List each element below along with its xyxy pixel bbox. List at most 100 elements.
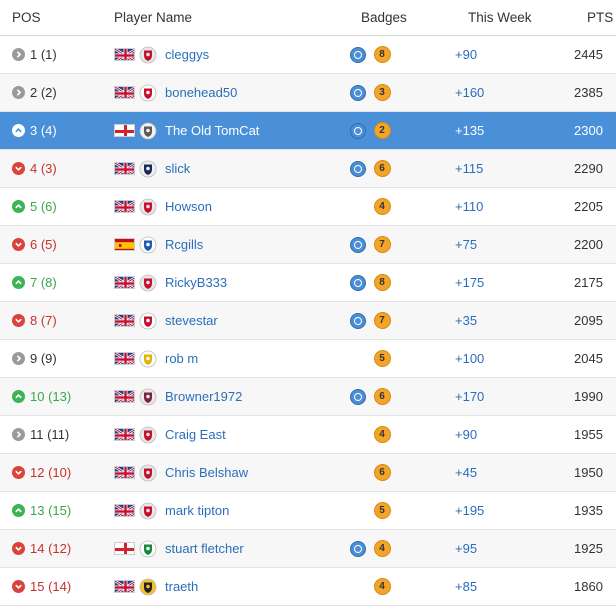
gold-badge-icon[interactable]: 4 (373, 198, 391, 215)
player-name-link[interactable]: stevestar (165, 313, 218, 328)
spain-flag-icon (114, 238, 135, 251)
player-name-link[interactable]: traeth (165, 579, 198, 594)
gold-badge-icon[interactable]: 8 (373, 274, 391, 291)
gold-badge-icon[interactable]: 7 (373, 236, 391, 253)
gold-badge-icon[interactable]: 7 (373, 312, 391, 329)
position-text: 6 (5) (30, 237, 57, 252)
table-row[interactable]: 12 (10) Chris Belshaw 6 +45 1950 (0, 454, 616, 492)
this-week-points[interactable]: +90 (448, 427, 567, 442)
header-player-name[interactable]: Player Name (108, 10, 354, 25)
target-badge-icon[interactable] (350, 236, 366, 253)
position-cell: 7 (8) (0, 275, 108, 290)
target-badge-icon[interactable] (350, 540, 366, 557)
table-row[interactable]: 13 (15) mark tipton 5 +195 1935 (0, 492, 616, 530)
position-text: 10 (13) (30, 389, 72, 404)
player-name-link[interactable]: RickyB333 (165, 275, 227, 290)
table-row[interactable]: 11 (11) Craig East 4 +90 1955 (0, 416, 616, 454)
table-row[interactable]: 15 (14) traeth 4 +85 1860 (0, 568, 616, 606)
player-name-link[interactable]: cleggys (165, 47, 209, 62)
player-cell: The Old TomCat (108, 122, 348, 140)
table-row[interactable]: 6 (5) Rcgills 7 +75 2200 (0, 226, 616, 264)
player-name-link[interactable]: The Old TomCat (165, 123, 259, 138)
header-pts[interactable]: PTS (580, 10, 616, 25)
this-week-points[interactable]: +135 (448, 123, 567, 138)
target-badge-icon[interactable] (350, 122, 366, 139)
this-week-points[interactable]: +75 (448, 237, 567, 252)
uk-flag-icon (114, 200, 135, 213)
player-name-link[interactable]: bonehead50 (165, 85, 237, 100)
gold-badge-icon[interactable]: 4 (373, 540, 391, 557)
player-name-link[interactable]: Craig East (165, 427, 226, 442)
table-row[interactable]: 7 (8) RickyB333 8 +175 2175 (0, 264, 616, 302)
table-row[interactable]: 14 (12) stuart fletcher 4 +95 1925 (0, 530, 616, 568)
target-badge-icon[interactable] (350, 160, 366, 177)
player-cell: stevestar (108, 312, 348, 330)
this-week-points[interactable]: +90 (448, 47, 567, 62)
player-name-link[interactable]: rob m (165, 351, 198, 366)
gold-badge-icon[interactable]: 4 (373, 426, 391, 443)
table-row[interactable]: 1 (1) cleggys 8 +90 2445 (0, 36, 616, 74)
gold-badge-icon[interactable]: 6 (373, 388, 391, 405)
player-name-link[interactable]: Browner1972 (165, 389, 242, 404)
celtic-crest-icon (139, 540, 157, 558)
this-week-points[interactable]: +100 (448, 351, 567, 366)
badges-cell: 6 (348, 464, 448, 482)
this-week-points[interactable]: +160 (448, 85, 567, 100)
this-week-points[interactable]: +195 (448, 503, 567, 518)
target-badge-icon[interactable] (350, 274, 366, 291)
header-badges[interactable]: Badges (354, 10, 461, 25)
badges-cell: 4 (348, 198, 448, 216)
this-week-points[interactable]: +110 (448, 199, 567, 214)
player-name-link[interactable]: Rcgills (165, 237, 203, 252)
target-badge-icon[interactable] (350, 46, 366, 63)
england-flag-icon (114, 124, 135, 137)
this-week-points[interactable]: +85 (448, 579, 567, 594)
gold-badge-icon[interactable]: 6 (373, 464, 391, 481)
player-name-link[interactable]: Howson (165, 199, 212, 214)
target-badge-icon[interactable] (350, 312, 366, 329)
league-table: POS Player Name Badges This Week PTS 1 (… (0, 0, 616, 606)
gold-badge-icon[interactable]: 3 (373, 84, 391, 101)
table-row[interactable]: 10 (13) Browner1972 6 +170 1990 (0, 378, 616, 416)
player-name-link[interactable]: mark tipton (165, 503, 229, 518)
player-name-link[interactable]: Chris Belshaw (165, 465, 248, 480)
this-week-points[interactable]: +115 (448, 161, 567, 176)
position-text: 1 (1) (30, 47, 57, 62)
total-points: 2095 (574, 313, 603, 328)
position-text: 14 (12) (30, 541, 72, 556)
player-name-link[interactable]: stuart fletcher (165, 541, 244, 556)
stripes-crest-icon (139, 236, 157, 254)
gold-badge-icon[interactable]: 6 (373, 160, 391, 177)
player-cell: traeth (108, 578, 348, 596)
uk-flag-icon (114, 504, 135, 517)
table-row[interactable]: 9 (9) rob m 5 +100 2045 (0, 340, 616, 378)
target-badge-icon[interactable] (350, 84, 366, 101)
gold-badge-icon[interactable]: 8 (373, 46, 391, 63)
gold-badge-icon[interactable]: 5 (373, 350, 391, 367)
header-pos[interactable]: POS (0, 10, 108, 25)
total-points: 2045 (574, 351, 603, 366)
player-cell: Craig East (108, 426, 348, 444)
chevron-up-icon (12, 124, 25, 137)
this-week-points[interactable]: +35 (448, 313, 567, 328)
this-week-points[interactable]: +170 (448, 389, 567, 404)
this-week-points[interactable]: +45 (448, 465, 567, 480)
position-cell: 6 (5) (0, 237, 108, 252)
table-row[interactable]: 2 (2) bonehead50 3 +160 2385 (0, 74, 616, 112)
table-row[interactable]: 3 (4) The Old TomCat 2 +135 2300 (0, 112, 616, 150)
gold-badge-icon[interactable]: 4 (373, 578, 391, 595)
this-week-points[interactable]: +95 (448, 541, 567, 556)
hammers-crest-icon (139, 388, 157, 406)
table-row[interactable]: 4 (3) slick 6 +115 2290 (0, 150, 616, 188)
header-this-week[interactable]: This Week (461, 10, 580, 25)
badges-cell: 8 (348, 274, 448, 292)
player-name-link[interactable]: slick (165, 161, 190, 176)
total-points: 1860 (574, 579, 603, 594)
gold-badge-icon[interactable]: 5 (373, 502, 391, 519)
uk-flag-icon (114, 48, 135, 61)
target-badge-icon[interactable] (350, 388, 366, 405)
table-row[interactable]: 5 (6) Howson 4 +110 2205 (0, 188, 616, 226)
table-row[interactable]: 8 (7) stevestar 7 +35 2095 (0, 302, 616, 340)
gold-badge-icon[interactable]: 2 (373, 122, 391, 139)
this-week-points[interactable]: +175 (448, 275, 567, 290)
